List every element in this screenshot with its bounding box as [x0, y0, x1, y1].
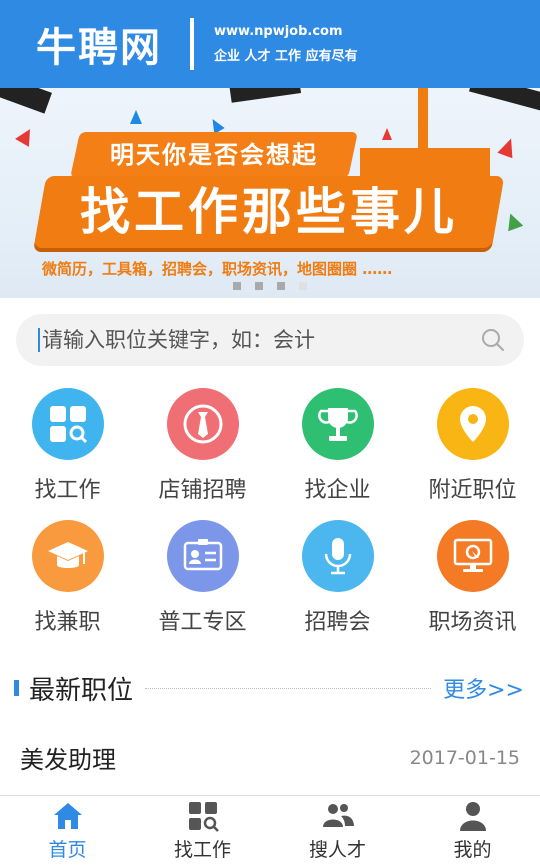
- carousel-dot-active[interactable]: [299, 282, 307, 290]
- banner-subtitle: 明天你是否会想起: [110, 141, 318, 169]
- microphone-icon: [301, 520, 374, 592]
- promo-banner[interactable]: 明天你是否会想起 找工作那些事儿 微简历，工具箱，招聘会，职场资讯，地图圈圈 ……: [0, 88, 540, 298]
- feature-label: 找兼职: [34, 610, 101, 635]
- feature-general-worker[interactable]: 普工专区: [135, 520, 270, 636]
- banner-title-ribbon: 找工作那些事儿: [33, 176, 505, 248]
- tab-find-job[interactable]: 找工作: [135, 796, 270, 865]
- confetti: [497, 135, 519, 159]
- feature-nearby-jobs[interactable]: 附近职位: [405, 388, 540, 504]
- trophy-icon: [301, 388, 374, 460]
- page: 牛聘网 www.npwjob.com 企业 人才 工作 应有尽有 明天你是否会想…: [0, 0, 540, 865]
- section-marker: [14, 680, 19, 696]
- site-tagline: 企业 人才 工作 应有尽有: [214, 49, 358, 64]
- id-card-icon: [166, 520, 239, 592]
- feature-career-news[interactable]: 职场资讯: [405, 520, 540, 636]
- feature-label: 附近职位: [428, 478, 517, 503]
- job-list-item[interactable]: 美发助理 2017-01-15: [20, 740, 520, 775]
- location-pin-icon: [436, 388, 509, 460]
- user-icon: [459, 802, 486, 831]
- slogan: www.npwjob.com 企业 人才 工作 应有尽有: [214, 24, 358, 64]
- carousel-indicators: [0, 282, 540, 290]
- confetti: [130, 110, 142, 124]
- job-date: 2017-01-15: [409, 746, 520, 769]
- monitor-icon: [436, 520, 509, 592]
- site-url: www.npwjob.com: [214, 24, 343, 39]
- feature-label: 普工专区: [158, 610, 247, 635]
- tab-label: 找工作: [173, 839, 231, 861]
- grad-cap-decoration: [469, 88, 540, 113]
- feature-grid: 找工作 店铺招聘 找企业 附近职位 找兼职 普工专区 招聘会 职场资讯: [0, 388, 540, 636]
- more-link[interactable]: 更多>>: [443, 672, 524, 704]
- people-icon: [322, 804, 354, 827]
- carousel-dot[interactable]: [233, 282, 241, 290]
- feature-label: 招聘会: [304, 610, 371, 635]
- feature-shop-recruit[interactable]: 店铺招聘: [135, 388, 270, 504]
- grad-cap-decoration: [228, 88, 302, 103]
- feature-find-company[interactable]: 找企业: [270, 388, 405, 504]
- banner-title: 找工作那些事儿: [80, 183, 458, 241]
- app-header: 牛聘网 www.npwjob.com 企业 人才 工作 应有尽有: [0, 0, 540, 88]
- find-job-icon: [188, 802, 219, 832]
- logo-divider: [190, 18, 194, 70]
- job-title: 美发助理: [20, 746, 116, 774]
- search-bar[interactable]: [16, 314, 524, 366]
- tab-label: 我的: [453, 839, 492, 861]
- tab-label: 首页: [48, 839, 87, 861]
- banner-description: 微简历，工具箱，招聘会，职场资讯，地图圈圈 ……: [42, 260, 393, 278]
- feature-label: 找工作: [34, 478, 101, 503]
- confetti: [502, 210, 524, 232]
- tab-home[interactable]: 首页: [0, 796, 135, 865]
- feature-job-fair[interactable]: 招聘会: [270, 520, 405, 636]
- carousel-dot[interactable]: [255, 282, 263, 290]
- bottom-tab-bar: 首页 找工作 搜人才 我的: [0, 795, 540, 865]
- graduation-cap-icon: [31, 520, 104, 592]
- banner-subtitle-ribbon: 明天你是否会想起: [70, 132, 358, 178]
- feature-label: 职场资讯: [428, 610, 517, 635]
- tab-search-talent[interactable]: 搜人才: [270, 796, 405, 865]
- feature-part-time[interactable]: 找兼职: [0, 520, 135, 636]
- carousel-dot[interactable]: [277, 282, 285, 290]
- tab-mine[interactable]: 我的: [405, 796, 540, 865]
- feature-label: 店铺招聘: [158, 478, 247, 503]
- feature-label: 找企业: [304, 478, 371, 503]
- tab-label: 搜人才: [308, 839, 366, 861]
- grid-search-icon: [31, 388, 104, 460]
- home-icon: [53, 803, 82, 829]
- latest-jobs-header: 最新职位 更多>>: [0, 668, 540, 708]
- section-divider: [145, 687, 432, 689]
- feature-find-job[interactable]: 找工作: [0, 388, 135, 504]
- tie-icon: [166, 388, 239, 460]
- site-logo[interactable]: 牛聘网: [36, 15, 162, 73]
- confetti: [382, 128, 392, 140]
- section-title: 最新职位: [29, 675, 134, 706]
- confetti: [15, 125, 37, 147]
- search-icon[interactable]: [480, 327, 506, 353]
- search-input[interactable]: [38, 328, 480, 352]
- grad-cap-decoration: [0, 88, 52, 114]
